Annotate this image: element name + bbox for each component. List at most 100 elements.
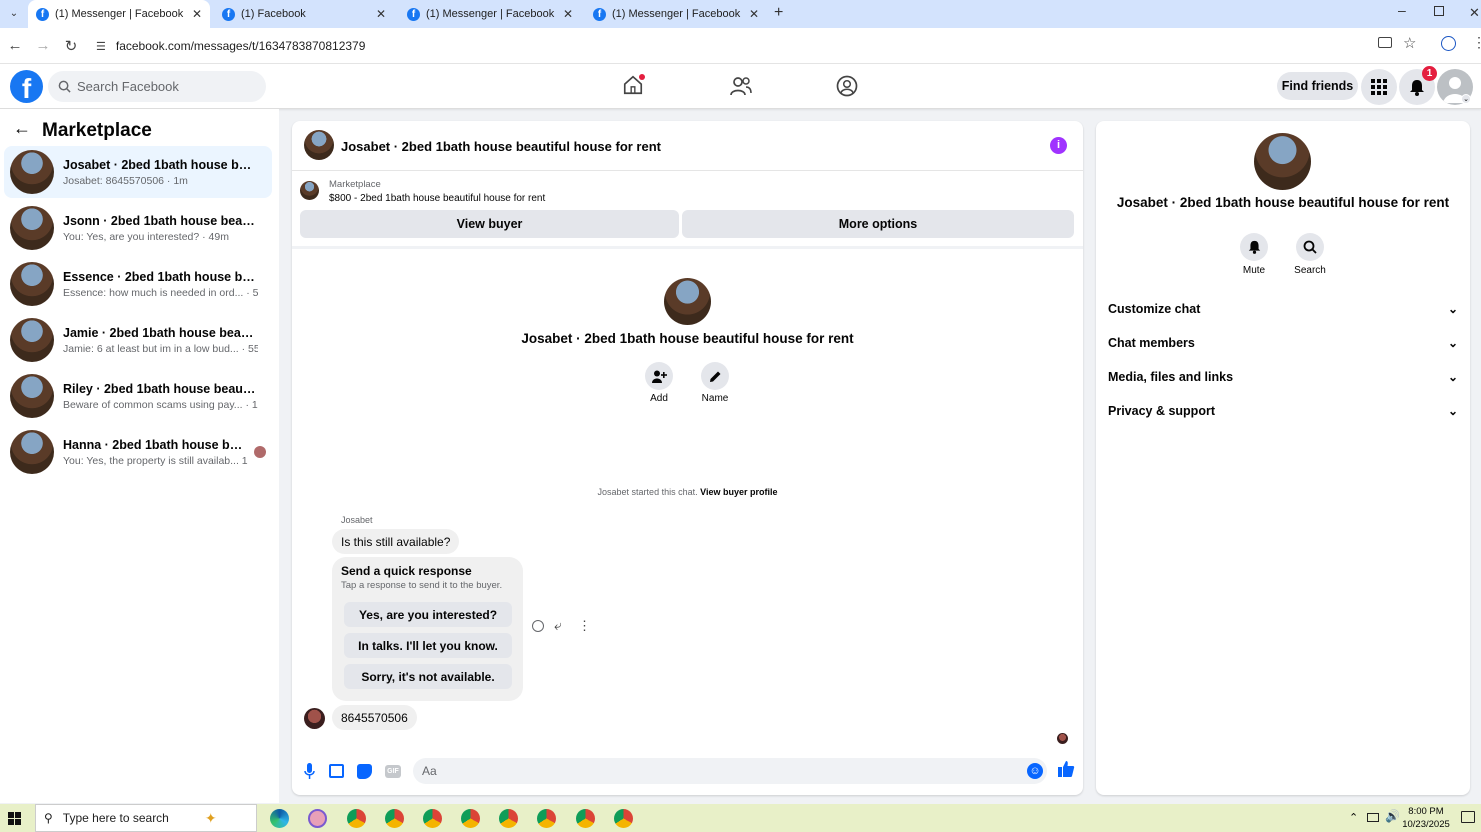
quick-response-in-talks-button[interactable]: In talks. I'll let you know. <box>344 633 512 658</box>
quick-response-not-available-button[interactable]: Sorry, it's not available. <box>344 664 512 689</box>
browser-tab-4[interactable]: f (1) Messenger | Facebook ✕ <box>585 0 767 28</box>
close-tab-icon[interactable]: ✕ <box>749 7 759 21</box>
emoji-icon[interactable]: ☺ <box>1027 763 1043 779</box>
close-window-icon[interactable]: ✕ <box>1469 5 1480 21</box>
address-bar[interactable]: ☰ facebook.com/messages/t/16347838708123… <box>88 33 1368 59</box>
add-people-button[interactable] <box>645 362 673 390</box>
sticker-icon[interactable] <box>357 764 372 779</box>
chrome-icon[interactable] <box>499 809 518 828</box>
menu-grid-icon[interactable] <box>1361 69 1397 105</box>
chevron-down-icon: ⌄ <box>1447 302 1458 316</box>
listing-thumbnail <box>300 181 319 200</box>
quick-response-yes-button[interactable]: Yes, are you interested? <box>344 602 512 627</box>
listing-avatar <box>10 262 54 306</box>
gif-icon[interactable]: GIF <box>385 765 401 778</box>
privacy-support-section[interactable]: Privacy & support ⌄ <box>1108 399 1458 423</box>
search-facebook-input[interactable]: Search Facebook <box>48 71 266 102</box>
conversation-info-icon[interactable]: i <box>1050 137 1067 154</box>
conversation-item[interactable]: Riley · 2bed 1bath house beautiful house… <box>4 370 272 422</box>
chrome-icon[interactable] <box>423 809 442 828</box>
restore-window-icon[interactable] <box>1434 6 1444 16</box>
conversation-item[interactable]: Jsonn · 2bed 1bath house beautiful house… <box>4 202 272 254</box>
incoming-message[interactable]: Is this still available? <box>332 529 460 554</box>
back-arrow-icon[interactable]: ← <box>13 118 31 139</box>
incoming-message[interactable]: 8645570506 <box>332 705 417 730</box>
browser-tab-1[interactable]: f (1) Messenger | Facebook ✕ <box>28 0 210 28</box>
listing-title[interactable]: $800 - 2bed 1bath house beautiful house … <box>329 193 545 204</box>
site-info-icon[interactable]: ☰ <box>96 40 106 53</box>
listing-avatar <box>10 206 54 250</box>
reply-icon[interactable]: ⤶ <box>554 617 562 634</box>
chevron-down-icon: ⌄ <box>1447 404 1458 418</box>
more-actions-icon[interactable]: ⋮ <box>578 618 591 634</box>
listing-avatar <box>10 150 54 194</box>
forward-icon[interactable]: → <box>34 37 52 54</box>
mute-button[interactable] <box>1240 233 1268 261</box>
chrome-icon[interactable] <box>347 809 366 828</box>
clock[interactable]: 8:00 PM 10/23/2025 <box>1400 805 1452 831</box>
chat-members-section[interactable]: Chat members ⌄ <box>1108 331 1458 355</box>
view-buyer-button[interactable]: View buyer <box>300 210 679 238</box>
sender-avatar[interactable] <box>304 708 325 729</box>
browser-tab-3[interactable]: f (1) Messenger | Facebook ✕ <box>399 0 581 28</box>
close-tab-icon[interactable]: ✕ <box>192 7 202 21</box>
microphone-icon[interactable] <box>304 763 315 785</box>
tab-list-dropdown-icon[interactable]: ⌄ <box>6 6 22 22</box>
tab-title: (1) Facebook <box>241 8 306 20</box>
started-text: Josabet started this chat. <box>597 487 698 497</box>
close-tab-icon[interactable]: ✕ <box>376 7 386 21</box>
minimize-window-icon[interactable]: – <box>1398 2 1406 18</box>
sender-name: Josabet <box>341 515 373 525</box>
browser-menu-icon[interactable]: ⋮ <box>1472 34 1481 51</box>
conversation-item[interactable]: Jamie · 2bed 1bath house beautiful house… <box>4 314 272 366</box>
home-nav-icon[interactable] <box>622 74 646 98</box>
photo-icon[interactable] <box>329 764 344 778</box>
sidebar-title: Marketplace <box>42 120 152 141</box>
conversation-item[interactable]: Essence · 2bed 1bath house beautiful hou… <box>4 258 272 310</box>
volume-icon[interactable]: 🔊 <box>1385 809 1400 823</box>
conversation-item[interactable]: Hanna · 2bed 1bath house beautiful house… <box>4 426 272 478</box>
taskbar-search-box[interactable]: ⚲ Type here to search ✦ <box>35 804 257 832</box>
thumbs-up-icon[interactable] <box>1057 760 1075 783</box>
edge-icon[interactable] <box>270 809 289 828</box>
account-chevron-icon[interactable]: ⌄ <box>1461 94 1471 104</box>
react-smiley-icon[interactable] <box>532 620 544 632</box>
browser-tab-2[interactable]: f (1) Facebook ✕ <box>214 0 394 28</box>
facebook-logo[interactable]: f <box>10 70 43 103</box>
chrome-icon[interactable] <box>537 809 556 828</box>
chrome-icon[interactable] <box>461 809 480 828</box>
chat-header-avatar[interactable] <box>304 130 334 160</box>
groups-nav-icon[interactable] <box>836 75 858 102</box>
conversation-item[interactable]: Josabet · 2bed 1bath house beautiful hou… <box>4 146 272 198</box>
system-tray-chevron-icon[interactable]: ⌃ <box>1349 811 1358 824</box>
close-tab-icon[interactable]: ✕ <box>563 7 573 21</box>
reload-icon[interactable]: ↻ <box>62 37 80 55</box>
install-app-icon[interactable] <box>1378 37 1392 48</box>
more-options-button[interactable]: More options <box>682 210 1074 238</box>
chrome-icon[interactable] <box>385 809 404 828</box>
view-buyer-profile-link[interactable]: View buyer profile <box>700 487 777 497</box>
section-label: Chat members <box>1108 336 1195 350</box>
conversation-name: Hanna · 2bed 1bath house beautiful house… <box>63 437 248 452</box>
chrome-icon[interactable] <box>576 809 595 828</box>
customize-chat-section[interactable]: Customize chat ⌄ <box>1108 297 1458 321</box>
windows-start-icon[interactable] <box>8 812 21 825</box>
divider <box>292 246 1083 249</box>
name-button[interactable] <box>701 362 729 390</box>
message-input[interactable]: Aa <box>413 758 1047 784</box>
profile-icon[interactable] <box>1441 36 1456 51</box>
notification-center-icon[interactable] <box>1461 811 1475 823</box>
search-in-chat-button[interactable] <box>1296 233 1324 261</box>
conversation-preview: You: Yes, the property is still availab.… <box>63 454 248 467</box>
snipping-tool-icon[interactable] <box>308 809 327 828</box>
network-icon[interactable] <box>1367 813 1379 822</box>
conversation-name: Essence · 2bed 1bath house beautiful hou… <box>63 269 258 284</box>
friends-nav-icon[interactable] <box>729 75 753 102</box>
bookmark-star-icon[interactable]: ☆ <box>1403 34 1416 52</box>
back-icon[interactable]: ← <box>6 37 24 54</box>
chat-title[interactable]: Josabet · 2bed 1bath house beautiful hou… <box>341 139 661 154</box>
chrome-icon[interactable] <box>614 809 633 828</box>
new-tab-button[interactable]: + <box>774 4 783 22</box>
find-friends-button[interactable]: Find friends <box>1277 72 1358 100</box>
media-files-links-section[interactable]: Media, files and links ⌄ <box>1108 365 1458 389</box>
